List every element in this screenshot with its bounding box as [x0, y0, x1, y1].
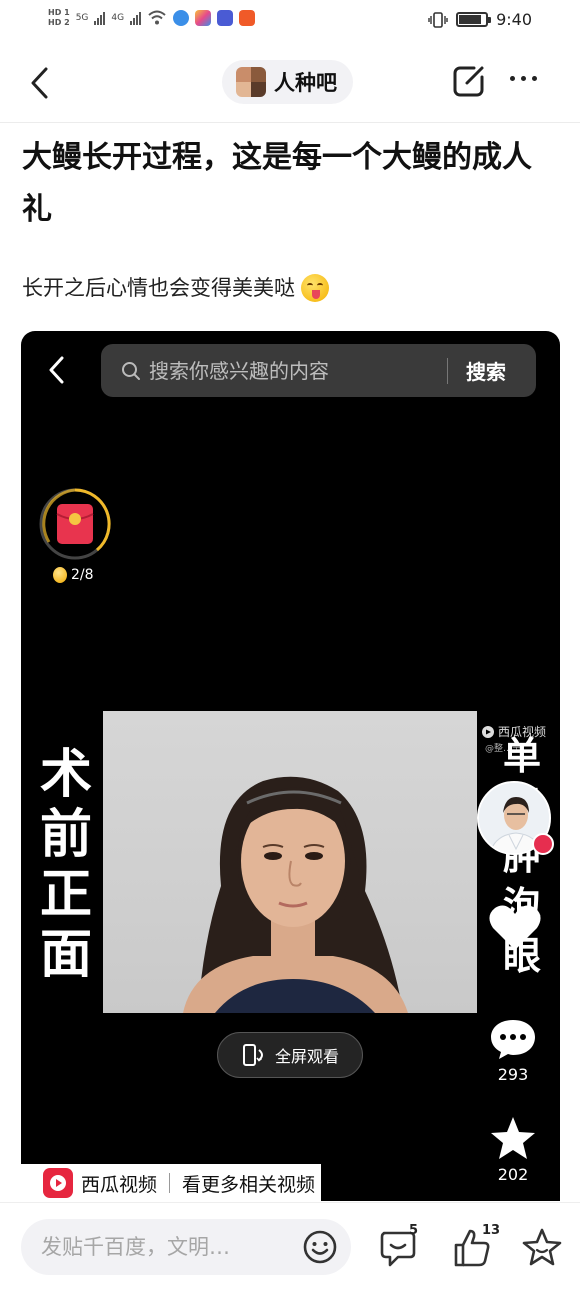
follow-badge[interactable]: [532, 833, 554, 855]
xigua-watermark-icon: [482, 725, 494, 738]
favorite-star-icon[interactable]: [522, 1225, 562, 1269]
more-options-icon[interactable]: [510, 76, 537, 81]
search-icon: [122, 361, 140, 380]
coin-progress-text: 2/8: [71, 567, 94, 583]
forum-name-pill[interactable]: 人种吧: [222, 60, 353, 104]
bottom-reply-bar: 5 13: [0, 1202, 580, 1289]
video-back-icon[interactable]: [47, 355, 67, 385]
top-nav-bar: 人种吧: [0, 48, 580, 118]
like-heart-icon[interactable]: [487, 903, 543, 953]
xigua-more-link[interactable]: 看更多相关视频: [182, 1170, 315, 1197]
vibrate-icon: [428, 11, 448, 28]
emoji-icon[interactable]: [302, 1229, 338, 1265]
wifi-icon: [148, 10, 166, 25]
back-arrow-icon[interactable]: [28, 66, 52, 100]
video-frame: [103, 711, 477, 1013]
signal-icon-2: [130, 11, 142, 25]
post-body: 长开之后心情也会变得美美哒: [22, 268, 329, 308]
search-separator: [447, 357, 448, 384]
fullscreen-button[interactable]: 全屏观看: [217, 1032, 363, 1078]
post-body-text: 长开之后心情也会变得美美哒: [22, 276, 295, 300]
forum-avatar: [236, 67, 266, 97]
star-action[interactable]: 202: [483, 1115, 543, 1184]
forum-name: 人种吧: [274, 71, 337, 95]
like-count-badge: 13: [482, 1223, 501, 1238]
status-bar-left: HD 1 HD 2 5G 4G: [48, 8, 256, 28]
battery-icon: [456, 12, 492, 27]
xigua-brand: 西瓜视频: [81, 1173, 158, 1196]
app-notification-icon-3: [217, 10, 234, 26]
search-button[interactable]: 搜索: [466, 356, 506, 385]
app-notification-icon-4: [239, 10, 256, 26]
star-icon: [491, 1117, 535, 1159]
video-search-bar[interactable]: 搜索: [101, 344, 536, 397]
header-divider: [0, 122, 580, 123]
xigua-logo-icon: [43, 1168, 73, 1198]
app-notification-icon-1: [173, 10, 190, 26]
video-player[interactable]: 搜索 2/8 术前正面: [21, 331, 560, 1201]
comment-bubble-icon: [491, 1020, 535, 1059]
reply-input[interactable]: [41, 1235, 291, 1259]
clock: 9:40: [496, 10, 532, 29]
xigua-video-bar[interactable]: 西瓜视频 看更多相关视频: [21, 1164, 321, 1202]
coin-progress: 2/8: [53, 567, 94, 583]
fullscreen-label: 全屏观看: [274, 1047, 339, 1066]
gold-coin-icon: [53, 567, 67, 583]
app-notification-icon-2: [195, 10, 212, 26]
comment-action[interactable]: 293: [483, 1017, 543, 1084]
person-portrait: [183, 776, 408, 1013]
comment-count-badge: 5: [409, 1223, 419, 1238]
share-edit-icon[interactable]: [452, 64, 486, 98]
signal-icon: [94, 11, 106, 25]
post-title: 大鳗长开过程，这是每一个大鳗的成人礼: [22, 140, 532, 227]
status-bar: HD 1 HD 2 5G 4G 9:40: [0, 0, 580, 44]
hd-indicator: HD 1 HD 2: [48, 8, 70, 28]
left-video-caption: 术前正面: [39, 745, 92, 985]
network-4g-label: 4G: [111, 13, 125, 23]
hd2-label: HD 2: [48, 18, 70, 27]
red-envelope-icon[interactable]: [37, 486, 113, 562]
status-bar-right: 9:40: [428, 10, 532, 29]
yum-emoji-icon: [301, 274, 329, 302]
comments-count: 293: [497, 1065, 529, 1084]
hd1-label: HD 1: [48, 8, 70, 17]
network-5g-label: 5G: [75, 13, 89, 23]
xigua-separator: [169, 1173, 171, 1193]
fullscreen-phone-icon: [242, 1044, 263, 1066]
stars-count: 202: [497, 1165, 529, 1184]
video-search-input[interactable]: [149, 358, 439, 383]
